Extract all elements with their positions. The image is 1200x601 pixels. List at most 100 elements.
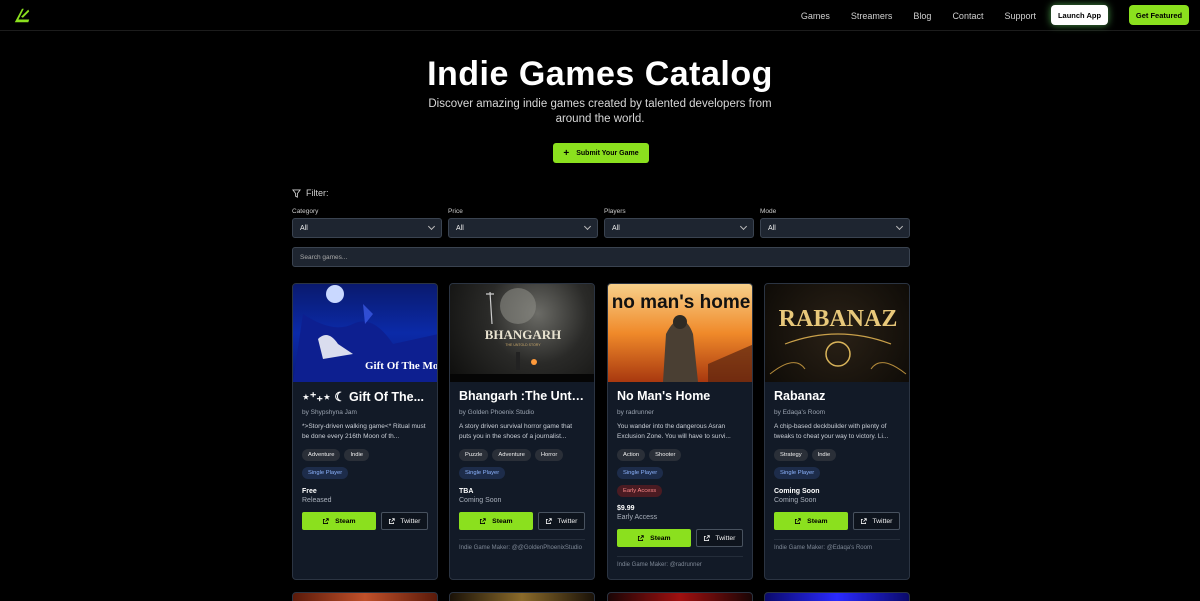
price-value: All	[456, 224, 464, 232]
price-filter: Price All	[448, 208, 598, 238]
game-title[interactable]: No Man's Home	[617, 389, 743, 406]
mode-select[interactable]: All	[760, 218, 910, 238]
tag-list: Strategy Indie	[774, 449, 900, 461]
game-card-partial[interactable]	[607, 592, 753, 601]
steam-label: Steam	[650, 534, 671, 542]
game-card-partial[interactable]	[764, 592, 910, 601]
players-label: Players	[604, 208, 626, 215]
mode-value: All	[768, 224, 776, 232]
category-select[interactable]: All	[292, 218, 442, 238]
nav-link-streamers[interactable]: Streamers	[851, 11, 893, 21]
page-subtitle: Discover amazing indie games created by …	[428, 98, 772, 125]
steam-label: Steam	[492, 517, 513, 525]
twitter-label: Twitter	[400, 517, 421, 525]
external-link-icon	[546, 517, 553, 524]
cover-art: Gift Of The Moon	[293, 285, 438, 382]
game-title[interactable]: ⋆⁺₊⋆ ☾ Gift Of The...	[302, 389, 428, 406]
external-link-icon	[480, 517, 486, 524]
mode-label: Mode	[760, 208, 777, 215]
game-card[interactable]: Gift Of The Moon ⋆⁺₊⋆ ☾ Gift Of The... b…	[292, 283, 438, 580]
nav-link-games[interactable]: Games	[801, 11, 830, 21]
tag-list: Adventure Indie	[302, 449, 428, 461]
tag: Indie	[811, 449, 837, 461]
external-link-icon	[323, 517, 329, 524]
cover-title: Gift Of The Moon	[365, 360, 438, 372]
tag: Horror	[534, 449, 564, 461]
category-value: All	[300, 224, 308, 232]
release-status: Coming Soon	[774, 497, 817, 504]
release-status: Early Access	[617, 514, 658, 521]
tag: Action	[617, 449, 646, 461]
card-body: ⋆⁺₊⋆ ☾ Gift Of The... by Shypshyna Jam *…	[293, 382, 437, 530]
mode-badge: Single Player	[459, 467, 506, 479]
game-maker: Indie Game Maker: @@GoldenPhoenixStudio	[459, 539, 585, 551]
twitter-label: Twitter	[557, 517, 578, 525]
price-select[interactable]: All	[448, 218, 598, 238]
game-card[interactable]: no man's home No Man's Home by radrunner…	[607, 283, 753, 580]
filter-label: Filter:	[306, 188, 329, 198]
game-card-partial[interactable]	[449, 592, 595, 601]
get-featured-button[interactable]: Get Featured	[1129, 5, 1189, 25]
tag: Adventure	[492, 449, 531, 461]
game-price: Free	[302, 488, 317, 495]
game-description: A chip-based deckbuilder with plenty of …	[774, 423, 889, 440]
game-title[interactable]: Bhangarh :The Untol...	[459, 389, 585, 406]
cover-title: BHANGARH	[485, 327, 562, 342]
nav-link-blog[interactable]: Blog	[913, 11, 931, 21]
filter-heading: Filter:	[292, 188, 329, 198]
nav-link-support[interactable]: Support	[1004, 11, 1036, 21]
logo-icon[interactable]	[13, 6, 31, 24]
tag-list: Action Shooter	[617, 449, 743, 461]
chevron-down-icon	[895, 222, 904, 231]
players-filter: Players All	[604, 208, 754, 238]
steam-label: Steam	[335, 517, 356, 525]
twitter-button[interactable]: Twitter	[380, 512, 428, 530]
release-status: Coming Soon	[459, 497, 502, 504]
game-card[interactable]: RABANAZ Rabanaz by Edaqa's Room A chip-b…	[764, 283, 910, 580]
game-price: TBA	[459, 488, 474, 495]
game-cover-image: no man's home	[608, 284, 752, 382]
game-title[interactable]: Rabanaz	[774, 389, 900, 406]
tag: Indie	[344, 449, 370, 461]
category-filter: Category All	[292, 208, 442, 238]
steam-button[interactable]: Steam	[774, 512, 848, 530]
card-body: Rabanaz by Edaqa's Room A chip-based dec…	[765, 382, 909, 551]
cover-title: no man's home	[612, 292, 751, 313]
mode-badge: Single Player	[774, 467, 821, 479]
game-developer: by Edaqa's Room	[774, 409, 826, 416]
cover-art: RABANAZ	[769, 306, 907, 375]
category-label: Category	[292, 208, 319, 215]
external-link-icon	[389, 517, 396, 524]
steam-button[interactable]: Steam	[617, 529, 691, 547]
game-description: *>Story-driven walking game<* Ritual mus…	[302, 423, 426, 440]
twitter-button[interactable]: Twitter	[695, 529, 743, 547]
game-description: You wander into the dangerous Asran Excl…	[617, 423, 731, 440]
steam-label: Steam	[807, 517, 828, 525]
tag: Strategy	[774, 449, 808, 461]
twitter-button[interactable]: Twitter	[537, 512, 585, 530]
nav-link-contact[interactable]: Contact	[952, 11, 983, 21]
mode-badge: Single Player	[302, 467, 349, 479]
game-developer: by radrunner	[617, 409, 654, 416]
steam-button[interactable]: Steam	[302, 512, 376, 530]
tag-list: Puzzle Adventure Horror	[459, 449, 585, 461]
game-card[interactable]: BHANGARH THE UNTOLD STORY Bhangarh :The …	[449, 283, 595, 580]
game-cover-image: BHANGARH THE UNTOLD STORY	[450, 284, 594, 382]
external-link-icon	[861, 517, 868, 524]
mode-filter: Mode All	[760, 208, 910, 238]
search-input[interactable]: Search games...	[292, 247, 910, 267]
game-maker: Indie Game Maker: @radrunner	[617, 556, 743, 568]
mode-badge: Single Player	[617, 467, 664, 479]
steam-button[interactable]: Steam	[459, 512, 533, 530]
nav-links: Games Streamers Blog Contact Support	[780, 0, 1036, 31]
price-label: Price	[448, 208, 463, 215]
game-cover-image: RABANAZ	[765, 284, 909, 382]
tag: Puzzle	[459, 449, 489, 461]
chevron-down-icon	[739, 222, 748, 231]
external-link-icon	[795, 517, 801, 524]
submit-game-button[interactable]: + Submit Your Game	[553, 143, 649, 163]
launch-app-button[interactable]: Launch App	[1051, 5, 1108, 25]
twitter-button[interactable]: Twitter	[852, 512, 900, 530]
players-select[interactable]: All	[604, 218, 754, 238]
game-card-partial[interactable]	[292, 592, 438, 601]
